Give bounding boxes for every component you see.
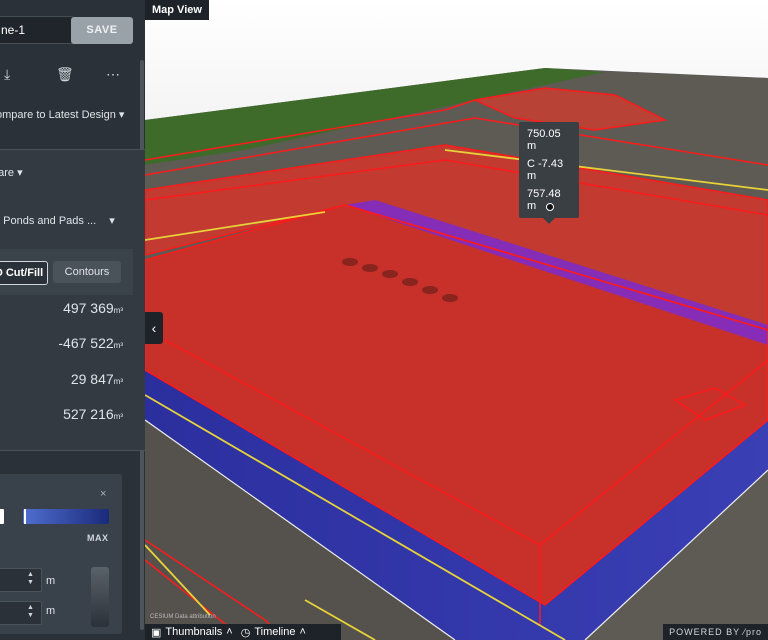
tab-cut-fill[interactable]: D Cut/Fill bbox=[0, 261, 48, 285]
panel-toolbar: ⤓ 🗑 ⋯ bbox=[0, 66, 140, 84]
close-icon[interactable]: × bbox=[100, 488, 106, 500]
download-icon[interactable]: ⤓ bbox=[4, 66, 10, 83]
save-button[interactable]: SAVE bbox=[71, 17, 133, 44]
spinner-icon[interactable]: ▲ ▼ bbox=[27, 604, 34, 620]
compare-dropdown[interactable]: ompare to Latest Design ▾ bbox=[0, 108, 124, 121]
volume-number: -467 522 bbox=[58, 335, 114, 351]
terrain-3d-render[interactable] bbox=[145, 0, 768, 640]
timeline-toggle[interactable]: ◷ Timeline ˄ bbox=[241, 626, 306, 639]
range-input-min[interactable] bbox=[0, 568, 42, 592]
tab-contours[interactable]: Contours bbox=[53, 261, 121, 283]
point-marker[interactable] bbox=[546, 203, 554, 211]
opacity-slider[interactable] bbox=[91, 567, 109, 627]
volume-unit: m³ bbox=[113, 306, 123, 315]
caret-down-icon: ▾ bbox=[17, 167, 23, 179]
design-select-label: 6 Ponds and Pads ... bbox=[0, 215, 97, 227]
volume-value-fill: -467 522m³ bbox=[58, 335, 123, 351]
range-input-max[interactable] bbox=[0, 601, 42, 625]
tooltip-cut-fill: C -7.43 m bbox=[527, 158, 564, 182]
map-credit[interactable]: CESIUM Data attribution bbox=[150, 614, 216, 620]
compare-short-label: pare bbox=[0, 167, 15, 179]
chevron-up-icon: ˄ bbox=[226, 626, 233, 638]
image-icon: ▣ bbox=[151, 626, 162, 639]
compare-select[interactable]: pare ▾ bbox=[0, 166, 23, 179]
design-select[interactable]: 6 Ponds and Pads ... ▾ bbox=[0, 214, 115, 227]
clock-icon: ◷ bbox=[240, 626, 251, 639]
chevron-up-icon: ˄ bbox=[299, 626, 306, 638]
bottom-bar: ▣ Thumbnails ˄ ◷ Timeline ˄ bbox=[145, 624, 341, 640]
volume-value-net: 29 847m³ bbox=[71, 371, 123, 387]
legend-color-bar bbox=[23, 509, 109, 524]
volume-unit: m³ bbox=[113, 412, 123, 421]
collapse-panel-button[interactable]: ‹ bbox=[145, 312, 163, 344]
trash-icon[interactable]: 🗑 bbox=[56, 66, 74, 83]
timeline-label: Timeline bbox=[254, 626, 296, 638]
side-panel: ne-1 SAVE ⤓ 🗑 ⋯ ompare to Latest Design … bbox=[0, 0, 145, 640]
volume-value-total: 527 216m³ bbox=[63, 406, 123, 422]
legend-max-label: MAX bbox=[87, 533, 109, 543]
spinner-icon[interactable]: ▲ ▼ bbox=[27, 571, 34, 587]
volume-number: 527 216 bbox=[63, 406, 114, 422]
unit-label: m bbox=[46, 575, 56, 587]
thumbnails-label: Thumbnails bbox=[165, 626, 223, 638]
caret-down-icon: ▾ bbox=[109, 215, 115, 227]
compare-label: ompare to Latest Design bbox=[0, 109, 116, 121]
chevron-left-icon: ‹ bbox=[151, 320, 157, 336]
unit-label: m bbox=[46, 605, 56, 617]
map-view-tab[interactable]: Map View bbox=[145, 0, 209, 20]
volume-unit: m³ bbox=[113, 341, 123, 350]
caret-down-icon: ▾ bbox=[118, 109, 125, 121]
volume-number: 29 847 bbox=[70, 371, 114, 387]
volume-unit: m³ bbox=[113, 377, 123, 386]
legend-marker[interactable] bbox=[24, 509, 26, 524]
more-options-icon[interactable]: ⋯ bbox=[106, 66, 120, 83]
volume-number: 497 369 bbox=[63, 300, 114, 316]
thumbnails-toggle[interactable]: ▣ Thumbnails ˄ bbox=[151, 626, 233, 639]
powered-by-badge: POWERED BY ⁄pro bbox=[663, 624, 768, 640]
report-name-input[interactable]: ne-1 bbox=[0, 16, 74, 44]
legend-min-handle[interactable] bbox=[0, 509, 4, 524]
tooltip-design-elevation: 750.05 m bbox=[527, 128, 561, 152]
map-view[interactable] bbox=[145, 0, 768, 640]
volume-value-cut: 497 369m³ bbox=[63, 300, 123, 316]
